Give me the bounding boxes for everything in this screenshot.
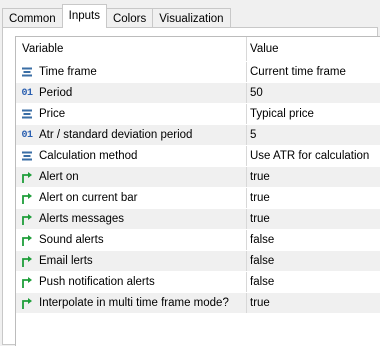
variable-label: Interpolate in multi time frame mode?	[39, 297, 229, 309]
variable-label: Time frame	[39, 66, 97, 78]
tab-inputs[interactable]: Inputs	[61, 4, 107, 28]
tab-common[interactable]: Common	[2, 8, 63, 28]
boolean-arrow-icon	[20, 212, 34, 226]
variable-label: Alerts messages	[39, 213, 125, 225]
table-row[interactable]: Price Typical price	[16, 104, 380, 125]
value-cell[interactable]: false	[247, 251, 380, 271]
enum-list-icon	[20, 107, 34, 121]
value-cell[interactable]: false	[247, 272, 380, 292]
table-row[interactable]: Alerts messages true	[16, 209, 380, 230]
variable-label: Alert on current bar	[39, 192, 138, 204]
value-cell[interactable]: true	[247, 188, 380, 208]
enum-list-icon	[20, 65, 34, 79]
table-row[interactable]: Calculation method Use ATR for calculati…	[16, 146, 380, 167]
variable-label: Atr / standard deviation period	[39, 129, 193, 141]
value-cell[interactable]: false	[247, 230, 380, 250]
inputs-grid: Variable Value Time frame Current time f…	[15, 36, 380, 346]
enum-list-icon	[20, 149, 34, 163]
tab-colors[interactable]: Colors	[105, 8, 154, 28]
value-cell[interactable]: true	[247, 293, 380, 313]
value-cell[interactable]: true	[247, 167, 380, 187]
table-row[interactable]: Time frame Current time frame	[16, 62, 380, 83]
table-row[interactable]: Sound alerts false	[16, 230, 380, 251]
variable-label: Alert on	[39, 171, 79, 183]
boolean-arrow-icon	[20, 275, 34, 289]
boolean-arrow-icon	[20, 191, 34, 205]
value-cell[interactable]: true	[247, 209, 380, 229]
column-header-variable[interactable]: Variable	[16, 37, 247, 61]
grid-header: Variable Value	[16, 37, 380, 62]
tab-strip: Common Inputs Colors Visualization	[2, 3, 231, 28]
table-row[interactable]: Alert on current bar true	[16, 188, 380, 209]
boolean-arrow-icon	[20, 170, 34, 184]
boolean-arrow-icon	[20, 233, 34, 247]
inputs-panel: Variable Value Time frame Current time f…	[2, 27, 380, 346]
boolean-arrow-icon	[20, 254, 34, 268]
variable-label: Push notification alerts	[39, 276, 155, 288]
integer-icon: 01	[21, 87, 33, 99]
table-row[interactable]: 01 Atr / standard deviation period 5	[16, 125, 380, 146]
variable-label: Price	[39, 108, 66, 120]
variable-label: Email lerts	[39, 255, 93, 267]
value-cell[interactable]: 5	[247, 125, 380, 145]
value-cell[interactable]: 50	[247, 83, 380, 103]
table-row[interactable]: Alert on true	[16, 167, 380, 188]
boolean-arrow-icon	[20, 296, 34, 310]
variable-label: Sound alerts	[39, 234, 104, 246]
table-row[interactable]: Email lerts false	[16, 251, 380, 272]
value-cell[interactable]: Use ATR for calculation	[247, 146, 380, 166]
integer-icon: 01	[21, 129, 33, 141]
value-cell[interactable]: Current time frame	[247, 62, 380, 82]
table-row[interactable]: Interpolate in multi time frame mode? tr…	[16, 293, 380, 314]
column-header-value[interactable]: Value	[247, 37, 380, 61]
table-row[interactable]: Push notification alerts false	[16, 272, 380, 293]
table-row[interactable]: 01 Period 50	[16, 83, 380, 104]
value-cell[interactable]: Typical price	[247, 104, 380, 124]
variable-label: Period	[39, 87, 73, 99]
variable-label: Calculation method	[39, 150, 138, 162]
tab-visualization[interactable]: Visualization	[152, 8, 231, 28]
